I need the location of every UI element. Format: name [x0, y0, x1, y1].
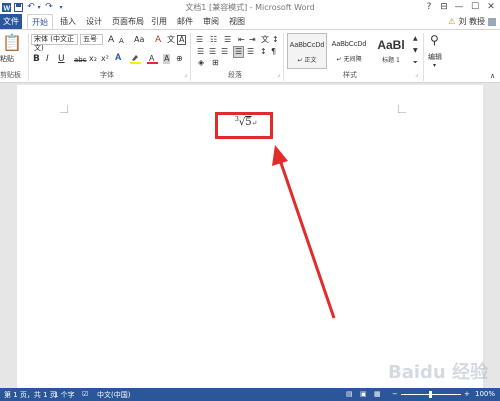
page-count[interactable]: 第 1 页，共 1 页 [4, 390, 57, 400]
read-mode-icon[interactable]: ▤ [346, 390, 353, 398]
word-count[interactable]: 1 个字 [54, 390, 75, 400]
zoom-slider-thumb[interactable] [429, 391, 432, 398]
annotation-arrow-shaft [278, 159, 336, 319]
zoom-in-button[interactable]: + [464, 390, 470, 398]
watermark: Baidu 经验 [388, 362, 489, 383]
zoom-out-button[interactable]: − [392, 390, 398, 398]
zoom-level[interactable]: 100% [475, 390, 495, 398]
language[interactable]: 中文(中国) [97, 390, 130, 400]
proofing-icon[interactable]: ☑ [82, 390, 88, 398]
web-layout-icon[interactable]: ▦ [374, 390, 381, 398]
print-layout-icon[interactable]: ▣ [360, 390, 367, 398]
annotation-arrow-head [272, 145, 288, 166]
status-bar: 第 1 页，共 1 页 1 个字 ☑ 中文(中国) ▤ ▣ ▦ − + 100% [0, 388, 500, 401]
annotation-arrow [272, 145, 336, 319]
